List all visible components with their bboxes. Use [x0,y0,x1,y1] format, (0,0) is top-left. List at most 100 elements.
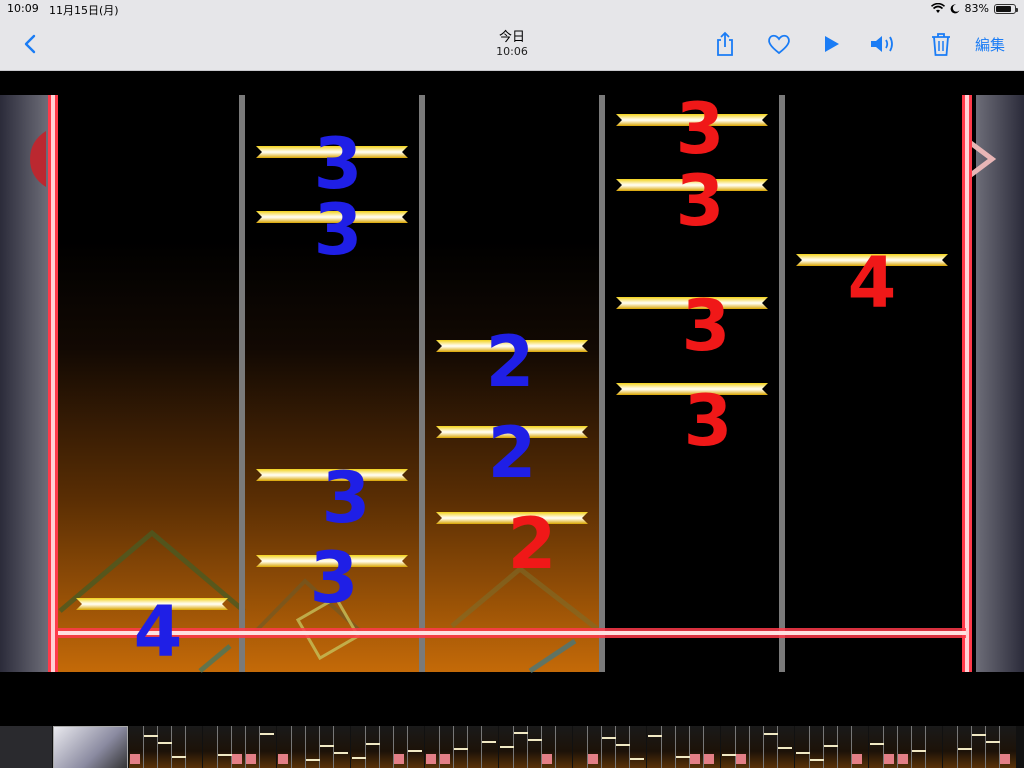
filmstrip-thumbnail[interactable] [53,726,128,768]
thumbnail-lane [185,726,186,768]
thumbnail-note [810,759,824,761]
thumbnail-lane [809,726,810,768]
thumbnail-note [426,754,436,764]
thumbnail-lane [291,726,292,768]
thumbnail-note [648,735,662,737]
thumbnail-lane [615,726,616,768]
thumbnail-note [898,754,908,764]
bottom-band [0,672,1024,726]
thumbnail-lane [467,726,468,768]
thumbnail-note [172,756,186,758]
filmstrip-thumbnail[interactable] [943,726,1016,768]
thumbnail-note [232,754,242,764]
thumbnail-lane [305,726,306,768]
trash-icon [932,33,950,56]
favorite-button[interactable] [764,30,794,58]
handwritten-digit: 3 [684,380,733,462]
handwritten-digit: 3 [310,537,359,619]
thumbnail-lane [319,726,320,768]
filmstrip-thumbnail[interactable] [869,726,942,768]
filmstrip-thumbnail[interactable] [795,726,868,768]
thumbnail-note [320,745,334,747]
thumbnail-note [218,754,232,756]
delete-button[interactable] [926,30,956,58]
handwritten-digit: 4 [134,591,183,673]
thumbnail-lane [837,726,838,768]
thumbnail-note [972,734,986,736]
thumbnail-lane [823,726,824,768]
filmstrip-thumbnail[interactable] [573,726,646,768]
filmstrip-thumbnail[interactable] [203,726,276,768]
handwritten-digit: 4 [848,242,897,324]
thumbnail-lane [675,726,676,768]
filmstrip-thumbnail[interactable] [721,726,794,768]
volume-button[interactable] [868,30,898,58]
thumbnail-note [870,743,884,745]
thumbnail-note [514,732,528,734]
volume-icon [871,36,893,52]
handwritten-digit: 2 [486,321,535,403]
handwritten-digit: 2 [508,503,557,585]
thumbnail-note [440,754,450,764]
thumbnail-lane [985,726,986,768]
thumbnail-note [852,754,862,764]
top-band [0,71,1024,95]
handwritten-digit: 3 [322,457,371,539]
thumbnail-note [588,754,598,764]
thumbnail-note [616,744,630,746]
battery-percent: 83% [964,2,989,15]
play-button[interactable] [816,30,846,58]
thumbnail-note [824,745,838,747]
thumbnail-note [278,754,288,764]
thumbnail-note [528,739,542,741]
filmstrip-thumbnail[interactable] [277,726,350,768]
thumbnail-note [690,754,700,764]
thumbnail-lane [629,726,630,768]
thumbnail-lane [333,726,334,768]
nav-bar: 今日 10:06 編集 [0,18,1024,71]
filmstrip-thumbnail[interactable] [647,726,720,768]
handwritten-digit: 3 [682,285,731,367]
thumbnail-note [500,746,514,748]
wifi-icon [930,3,945,13]
status-indicators: 83% [930,2,1018,15]
edit-button[interactable]: 編集 [975,34,1005,55]
thumbnail-note [986,741,1000,743]
thumbnail-note [542,754,552,764]
thumbnail-note [366,743,380,745]
filmstrip-thumbnail[interactable] [499,726,572,768]
heart-icon [768,34,790,55]
share-icon [717,31,733,56]
thumbnail-lane [957,726,958,768]
status-bar: 10:09 11月15日(月) 83% [0,0,1024,18]
thumbnail-note [676,756,690,758]
thumbnail-note [722,754,736,756]
thumbnail-note [408,750,422,752]
game-screenshot: 4333322233334 [0,71,1024,726]
filmstrip-thumbnail[interactable] [0,726,52,768]
filmstrip-thumbnail[interactable] [129,726,202,768]
photo-viewer[interactable]: 4333322233334 [0,71,1024,726]
share-button[interactable] [710,30,740,58]
thumbnail-note [1000,754,1010,764]
thumbnail-note [144,735,158,737]
thumbnail-note [334,752,348,754]
thumbnail-note [796,752,810,754]
thumbnail-lane [601,726,602,768]
thumbnail-lane [171,726,172,768]
photo-filmstrip[interactable] [0,726,1024,768]
handwritten-digit: 3 [676,160,725,242]
filmstrip-thumbnail[interactable] [351,726,424,768]
thumbnail-note [158,742,172,744]
thumbnail-note [306,759,320,761]
thumbnail-note [778,747,792,749]
thumbnail-lane [217,726,218,768]
filmstrip-thumbnail[interactable] [425,726,498,768]
thumbnail-lane [555,726,556,768]
thumbnail-note [736,754,746,764]
right-side-panel [976,95,1024,672]
thumbnail-lane [749,726,750,768]
thumbnail-lane [379,726,380,768]
handwritten-digit: 2 [488,412,537,494]
thumbnail-note [482,741,496,743]
